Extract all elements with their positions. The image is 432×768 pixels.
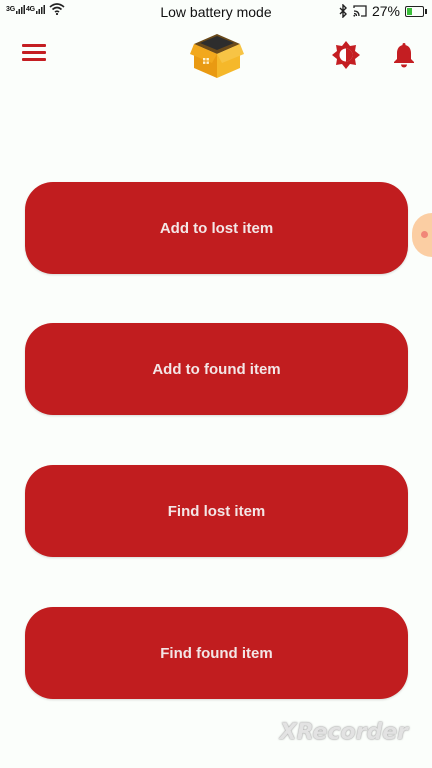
status-right: 27% [339,3,427,19]
bell-icon[interactable] [392,43,416,69]
brightness-toggle-icon[interactable] [332,41,360,69]
box-logo-icon [190,34,244,78]
cast-icon [353,5,367,17]
app-bar [0,28,432,84]
find-lost-item-button[interactable]: Find lost item [25,465,408,557]
status-bar: 3G 4G Low battery mode 27% [0,0,432,24]
watermark-text: XRecorder [279,720,408,745]
add-lost-item-button[interactable]: Add to lost item [25,182,408,274]
find-found-item-button[interactable]: Find found item [25,607,408,699]
bluetooth-icon [339,4,347,18]
add-found-item-button[interactable]: Add to found item [25,323,408,415]
battery-icon [405,5,427,17]
hamburger-menu-icon[interactable] [22,44,46,66]
floating-recorder-bubble[interactable] [412,213,432,257]
battery-percent: 27% [371,3,400,19]
